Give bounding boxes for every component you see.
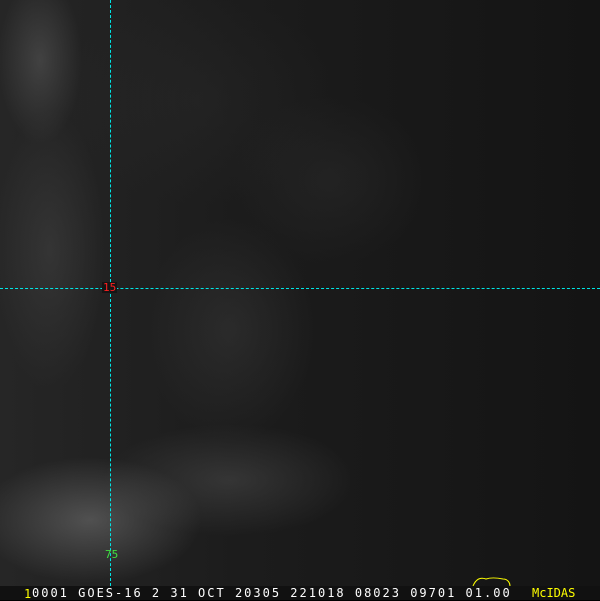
status-bar: 1 0001 GOES-16 2 31 OCT 20305 221018 080…	[0, 586, 600, 601]
image-info-text: 0001 GOES-16 2 31 OCT 20305 221018 08023…	[32, 586, 512, 600]
frame-number: 1	[24, 587, 32, 601]
latitude-label: 15	[102, 281, 118, 294]
satellite-image-display: 15 75 1 0001 GOES-16 2 31 OCT 20305 2210…	[0, 0, 600, 601]
mcidas-brand: McIDAS	[532, 586, 576, 600]
satellite-imagery: 15 75	[0, 0, 600, 586]
latitude-grid-line	[0, 288, 600, 289]
longitude-label: 75	[105, 548, 119, 561]
coastline	[472, 577, 511, 586]
